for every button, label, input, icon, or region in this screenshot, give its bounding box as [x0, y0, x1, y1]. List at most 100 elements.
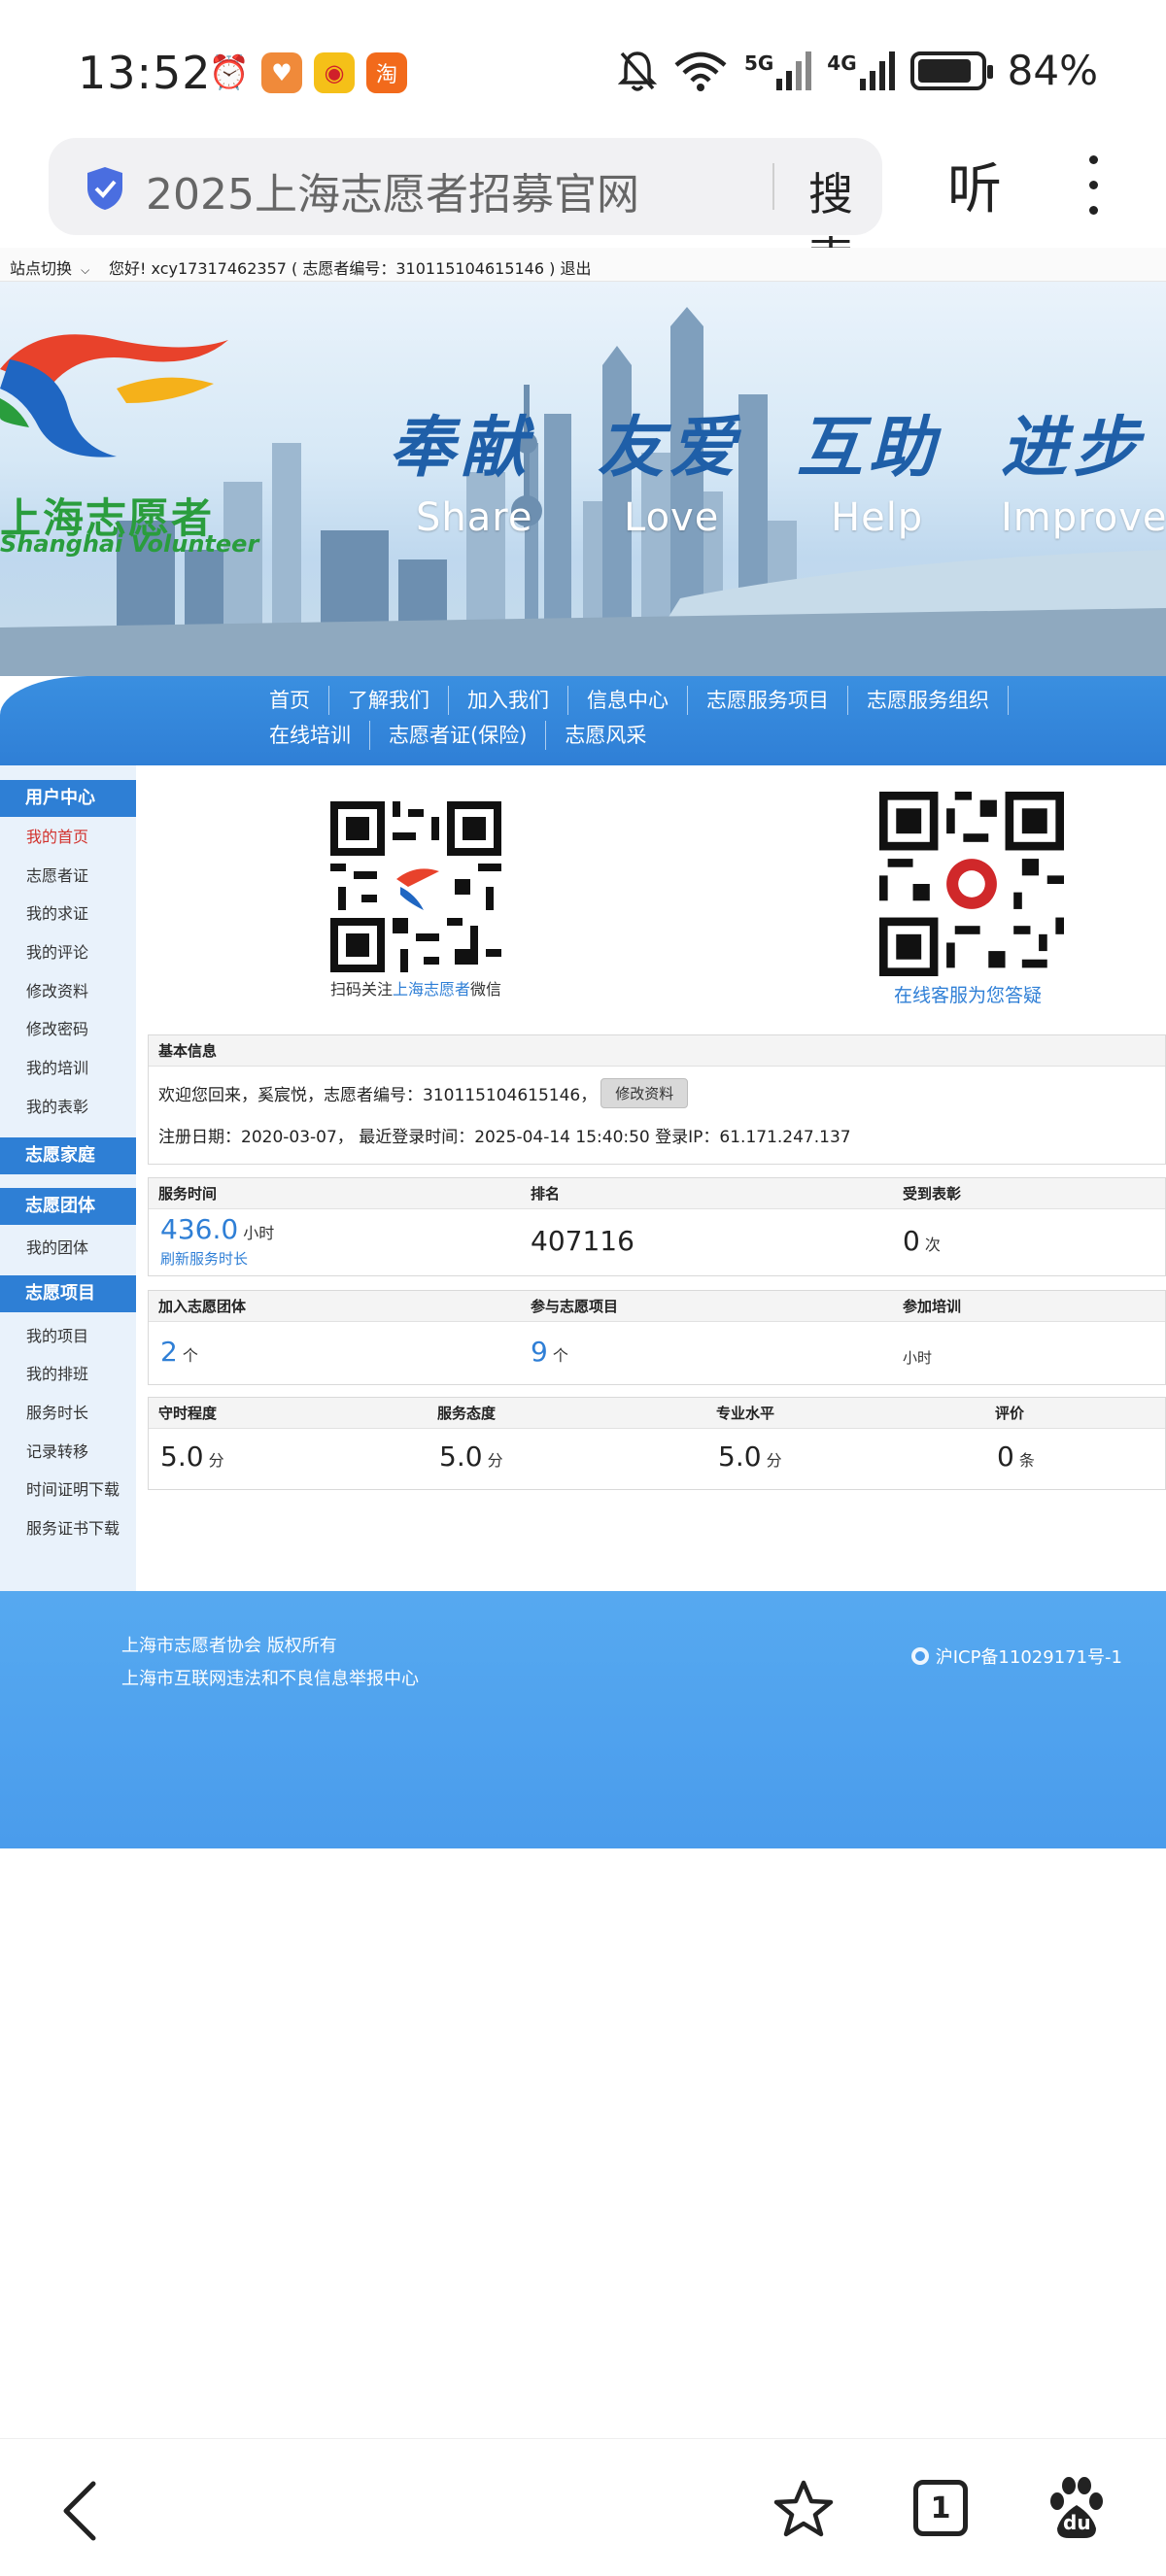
training-unit: 小时	[903, 1349, 933, 1367]
training-label: 参加培训	[903, 1298, 962, 1315]
signal-bars-icon	[776, 51, 812, 90]
battery-icon	[909, 51, 993, 90]
signal-5g: 5G	[743, 51, 812, 90]
service-time-value: 436.0	[160, 1213, 239, 1245]
sidebar-item-record-transfer[interactable]: 记录转移	[26, 1439, 88, 1462]
system-indicators: 5G 4G 84%	[617, 47, 1098, 94]
projects-joined-unit: 个	[552, 1346, 568, 1365]
sidebar-head-family[interactable]: 志愿家庭	[0, 1137, 136, 1174]
customer-service-qr-code	[879, 792, 1064, 976]
projects-joined-value[interactable]: 9	[531, 1336, 548, 1368]
welcome-line: 欢迎您回来，奚宸悦，志愿者编号：310115104615146， 修改资料	[158, 1078, 689, 1108]
service-time-value-group: 436.0 小时	[160, 1213, 274, 1245]
sidebar-item-my-projects[interactable]: 我的项目	[26, 1323, 88, 1346]
refresh-service-hours-link[interactable]: 刷新服务时长	[160, 1248, 248, 1269]
sidebar-item-volunteer-card[interactable]: 志愿者证	[26, 863, 88, 886]
sidebar-item-change-password[interactable]: 修改密码	[26, 1016, 88, 1039]
review-group: 0 条	[997, 1441, 1035, 1473]
sidebar-item-my-schedule[interactable]: 我的排班	[26, 1361, 88, 1384]
tab-count: 1	[930, 2491, 951, 2525]
logo-text-en: Shanghai Volunteer	[0, 530, 259, 558]
rating-stats-panel: 守时程度 服务态度 专业水平 评价 5.0 分 5.0 分 5.0 分 0 条	[148, 1397, 1166, 1490]
nav-about[interactable]: 了解我们	[329, 686, 449, 715]
review-label: 评价	[995, 1405, 1025, 1422]
sidebar-head-team[interactable]: 志愿团体	[0, 1188, 136, 1225]
user-greeting[interactable]: 您好! xcy17317462357 ( 志愿者编号：3101151046151…	[109, 255, 591, 279]
site-footer: 上海市志愿者协会 版权所有 上海市互联网违法和不良信息举报中心 沪ICP备110…	[0, 1591, 1166, 1848]
rank-label: 排名	[531, 1185, 561, 1203]
service-time-unit: 小时	[243, 1224, 275, 1242]
sidebar-item-time-proof-download[interactable]: 时间证明下载	[26, 1476, 120, 1500]
status-bar: 13:52 ⏰ ♥ ◉ 淘 5G 4G 84%	[0, 0, 1166, 146]
sidebar-item-my-training[interactable]: 我的培训	[26, 1055, 88, 1078]
taobao-icon: 淘	[366, 52, 407, 93]
baidu-paw-icon[interactable]: du	[1047, 2476, 1106, 2540]
clock: 13:52	[78, 47, 212, 99]
punctuality-unit: 分	[208, 1451, 224, 1470]
award-label: 受到表彰	[903, 1185, 962, 1203]
review-value: 0	[997, 1441, 1014, 1473]
wechat-qr-code	[330, 801, 501, 972]
police-badge-icon	[910, 1647, 929, 1665]
sidebar-item-certificate-download[interactable]: 服务证书下载	[26, 1515, 120, 1539]
tabs-button[interactable]: 1	[913, 2480, 968, 2536]
sidebar-head-project[interactable]: 志愿项目	[0, 1275, 136, 1312]
award-value-group: 0 次	[903, 1225, 941, 1257]
site-switch-dropdown[interactable]: 站点切换 ⌵	[10, 255, 89, 279]
wifi-icon	[674, 51, 727, 91]
footer-report-link[interactable]: 上海市互联网违法和不良信息举报中心	[121, 1665, 419, 1690]
customer-service-caption[interactable]: 在线客服为您答疑	[894, 981, 1042, 1007]
slogan-improve-cn: 进步	[1001, 409, 1146, 487]
sidebar-item-my-team[interactable]: 我的团体	[26, 1235, 88, 1258]
rating-stats-header: 守时程度 服务态度 专业水平 评价	[149, 1398, 1165, 1429]
service-stats-header: 服务时间 排名 受到表彰	[149, 1178, 1165, 1209]
slogan-help-cn: 互助	[797, 409, 942, 487]
sidebar-item-my-home[interactable]: 我的首页	[26, 824, 88, 847]
wechat-account-link[interactable]: 上海志愿者	[393, 980, 470, 999]
slogan-help-en: Help	[831, 495, 924, 540]
signal-4g: 4G	[827, 51, 895, 90]
footer-copyright: 上海市志愿者协会 版权所有	[121, 1636, 337, 1656]
address-bar[interactable]: 2025上海志愿者招募官网 搜索	[49, 138, 882, 285]
slogan-share-en: Share	[416, 495, 533, 540]
nav-join[interactable]: 加入我们	[449, 686, 568, 715]
network-4g-label: 4G	[827, 51, 857, 75]
nav-online-training[interactable]: 在线培训	[251, 721, 370, 750]
network-5g-label: 5G	[743, 51, 774, 75]
punctuality-value: 5.0	[160, 1441, 204, 1473]
url-title[interactable]: 2025上海志愿者招募官网	[146, 159, 639, 221]
nav-volunteer-style[interactable]: 志愿风采	[546, 721, 665, 750]
icp-number: 沪ICP备11029171号-1	[935, 1647, 1122, 1668]
nav-info-center[interactable]: 信息中心	[568, 686, 688, 715]
user-sidebar: 用户中心 我的首页 志愿者证 我的求证 我的评论 修改资料 修改密码 我的培训 …	[0, 765, 136, 1591]
projects-joined-label: 参与志愿项目	[531, 1298, 619, 1315]
rank-value: 407116	[531, 1225, 634, 1257]
signal-bars-icon	[859, 51, 895, 90]
hero-banner: 上海志愿者 Shanghai Volunteer 奉献 友爱 互助 进步 Sha…	[0, 282, 1166, 676]
edit-profile-button[interactable]: 修改资料	[600, 1078, 689, 1108]
nav-row-2: 在线培训 志愿者证(保险) 志愿风采	[251, 721, 665, 750]
more-menu-icon[interactable]	[1079, 155, 1108, 218]
listen-button[interactable]: 听	[947, 146, 1002, 224]
url-divider	[772, 163, 774, 210]
back-arrow-icon[interactable]	[60, 2480, 99, 2542]
team-joined-value[interactable]: 2	[160, 1336, 178, 1368]
sidebar-item-my-awards[interactable]: 我的表彰	[26, 1094, 88, 1117]
sidebar-item-my-verification[interactable]: 我的求证	[26, 900, 88, 924]
basic-info-panel: 基本信息 欢迎您回来，奚宸悦，志愿者编号：310115104615146， 修改…	[148, 1034, 1166, 1165]
nav-service-orgs[interactable]: 志愿服务组织	[848, 686, 1009, 715]
nav-volunteer-card[interactable]: 志愿者证(保险)	[370, 721, 547, 750]
nav-service-projects[interactable]: 志愿服务项目	[688, 686, 848, 715]
site-switch-label: 站点切换	[10, 259, 73, 278]
skill-label: 专业水平	[716, 1405, 775, 1422]
sidebar-item-service-hours[interactable]: 服务时长	[26, 1400, 88, 1423]
nav-home[interactable]: 首页	[251, 686, 329, 715]
punctuality-label: 守时程度	[158, 1405, 218, 1422]
team-joined-unit: 个	[182, 1346, 198, 1365]
sidebar-item-my-comments[interactable]: 我的评论	[26, 939, 88, 963]
footer-icp[interactable]: 沪ICP备11029171号-1	[910, 1644, 1122, 1669]
sidebar-head-user-center[interactable]: 用户中心	[0, 780, 136, 817]
star-bookmark-icon[interactable]	[772, 2478, 835, 2540]
sidebar-item-edit-profile[interactable]: 修改资料	[26, 978, 88, 1001]
site-top-bar: 站点切换 ⌵ 您好! xcy17317462357 ( 志愿者编号：310115…	[0, 248, 1166, 282]
